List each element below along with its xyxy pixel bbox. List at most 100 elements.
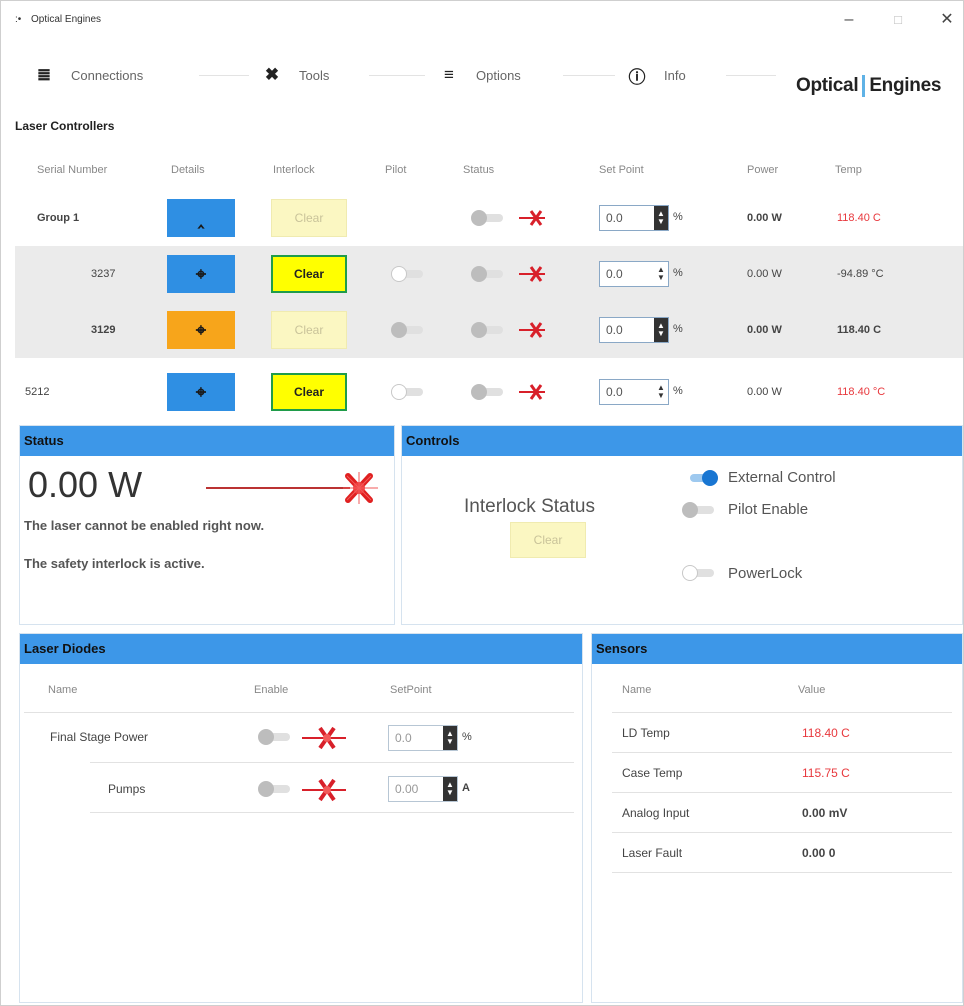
- powerlock-toggle[interactable]: [682, 565, 716, 581]
- laser-controllers-title: Laser Controllers: [15, 119, 115, 133]
- row-serial: 3237: [91, 268, 116, 280]
- row-temp: 118.40 °C: [837, 386, 886, 398]
- external-control-toggle[interactable]: [686, 470, 720, 486]
- divider: [612, 752, 952, 753]
- pilot-enable-label: Pilot Enable: [728, 501, 809, 518]
- diode-setpoint-input[interactable]: 0.00 ▲ ▼: [388, 776, 458, 802]
- interlock-clear-button[interactable]: Clear: [271, 311, 347, 349]
- minimize-button[interactable]: –: [837, 9, 861, 31]
- focus-icon: ⌖: [195, 381, 207, 402]
- sensor-value: 115.75 C: [802, 766, 850, 780]
- setpoint-input[interactable]: 0.0 ▲ ▼: [599, 379, 669, 405]
- sensors-header-name: Name: [622, 684, 652, 696]
- interlock-clear-button[interactable]: Clear: [271, 255, 347, 293]
- laser-off-icon: [519, 322, 545, 338]
- focus-icon: ⌖: [195, 319, 207, 340]
- controls-clear-button[interactable]: Clear: [510, 522, 586, 558]
- maximize-button[interactable]: □: [886, 9, 910, 31]
- details-collapse-button[interactable]: ‸: [167, 199, 235, 237]
- pilot-toggle[interactable]: [391, 266, 425, 282]
- row-power: 0.00 W: [747, 324, 782, 336]
- close-button[interactable]: ✕: [935, 9, 959, 31]
- row-power: 0.00 W: [747, 212, 782, 224]
- interlock-clear-button[interactable]: Clear: [271, 373, 347, 411]
- sensor-name: Case Temp: [622, 766, 683, 780]
- pilot-enable-toggle[interactable]: [682, 502, 716, 518]
- nav-connections-label: Connections: [71, 67, 144, 83]
- col-header-details: Details: [171, 164, 205, 176]
- row-temp: 118.40 C: [837, 212, 881, 224]
- status-toggle: [471, 384, 505, 400]
- setpoint-unit: %: [673, 267, 683, 279]
- sensor-value: 0.00 mV: [802, 806, 848, 820]
- divider: [612, 832, 952, 833]
- laser-diodes-title: Laser Diodes: [20, 634, 582, 664]
- diode-setpoint-unit: %: [462, 731, 472, 743]
- diode-name: Final Stage Power: [50, 730, 149, 744]
- table-row: 3129 ⌖ Clear 0.0 ▲ ▼ % 0.00 W 118.40 C: [15, 302, 963, 358]
- laser-off-icon: [519, 266, 545, 282]
- setpoint-input[interactable]: 0.0 ▲ ▼: [599, 261, 669, 287]
- nav-tools[interactable]: ✖ Tools: [261, 65, 329, 85]
- app-window: :• Optical Engines – □ ✕ ≣ Connections ✖…: [0, 0, 964, 1006]
- divider: [90, 812, 574, 813]
- details-button[interactable]: ⌖: [167, 255, 235, 293]
- nav-options-label: Options: [476, 67, 521, 83]
- details-button[interactable]: ⌖: [167, 373, 235, 411]
- row-serial: 3129: [91, 324, 116, 336]
- interlock-status-label: Interlock Status: [464, 496, 595, 517]
- sensors-panel: Sensors Name Value LD Temp 118.40 C Case…: [591, 633, 963, 1003]
- brand-logo: Optical Engines: [796, 75, 941, 97]
- pilot-toggle[interactable]: [391, 384, 425, 400]
- row-power: 0.00 W: [747, 386, 782, 398]
- diode-setpoint-input[interactable]: 0.0 ▲ ▼: [388, 725, 458, 751]
- row-serial: Group 1: [37, 212, 80, 224]
- diodes-header-name: Name: [48, 684, 78, 696]
- powerlock-label: PowerLock: [728, 565, 803, 582]
- spin-arrows-icon: ▲ ▼: [657, 265, 665, 282]
- status-message-enable: The laser cannot be enabled right now.: [24, 518, 265, 533]
- laser-off-icon: [302, 726, 346, 750]
- table-row: 5212 ⌖ Clear 0.0 ▲ ▼ % 0.00 W 118.40 °C: [15, 364, 963, 420]
- laser-off-icon: [302, 778, 346, 802]
- col-header-interlock: Interlock: [273, 164, 315, 176]
- laser-beam-line: [206, 487, 346, 489]
- sensor-value: 118.40 C: [802, 726, 850, 740]
- sliders-icon: ≣: [36, 65, 52, 84]
- spin-arrows-icon: ▲ ▼: [443, 777, 457, 801]
- nav-connections[interactable]: ≣ Connections: [33, 65, 143, 85]
- nav-info[interactable]: ⓘ Info: [626, 65, 686, 87]
- table-row: 3237 ⌖ Clear 0.0 ▲ ▼ % 0.00 W -94.89 °C: [15, 246, 963, 302]
- diode-setpoint-unit: A: [462, 782, 470, 794]
- window-title: Optical Engines: [31, 14, 102, 25]
- setpoint-unit: %: [673, 323, 683, 335]
- table-row: Group 1 ‸ Clear 0.0 ▲ ▼ % 0.00 W 118.40 C: [15, 190, 963, 246]
- logo-bar: [862, 75, 866, 97]
- status-message-interlock: The safety interlock is active.: [24, 556, 205, 571]
- nav-divider: [199, 75, 249, 76]
- diodes-header-setpoint: SetPoint: [390, 684, 432, 696]
- col-header-serial: Serial Number: [37, 164, 108, 176]
- status-power-readout: 0.00 W: [28, 464, 143, 505]
- nav-divider: [726, 75, 776, 76]
- spin-arrows-icon: ▲ ▼: [654, 206, 668, 230]
- nav-options[interactable]: ≡ Options: [438, 65, 521, 85]
- interlock-clear-button[interactable]: Clear: [271, 199, 347, 237]
- laser-off-icon: [519, 384, 545, 400]
- sensor-name: Analog Input: [622, 806, 690, 820]
- app-icon: :•: [15, 14, 22, 25]
- details-button[interactable]: ⌖: [167, 311, 235, 349]
- diode-enable-toggle[interactable]: [258, 729, 292, 745]
- setpoint-input[interactable]: 0.0 ▲ ▼: [599, 317, 669, 343]
- divider: [24, 712, 574, 713]
- sensors-header-value: Value: [798, 684, 826, 696]
- diode-name: Pumps: [108, 782, 146, 796]
- setpoint-unit: %: [673, 385, 683, 397]
- col-header-status: Status: [463, 164, 495, 176]
- diode-enable-toggle[interactable]: [258, 781, 292, 797]
- controls-panel: Controls Interlock Status Clear External…: [401, 425, 963, 625]
- status-toggle: [471, 266, 505, 282]
- setpoint-input[interactable]: 0.0 ▲ ▼: [599, 205, 669, 231]
- pilot-toggle[interactable]: [391, 322, 425, 338]
- divider: [612, 712, 952, 713]
